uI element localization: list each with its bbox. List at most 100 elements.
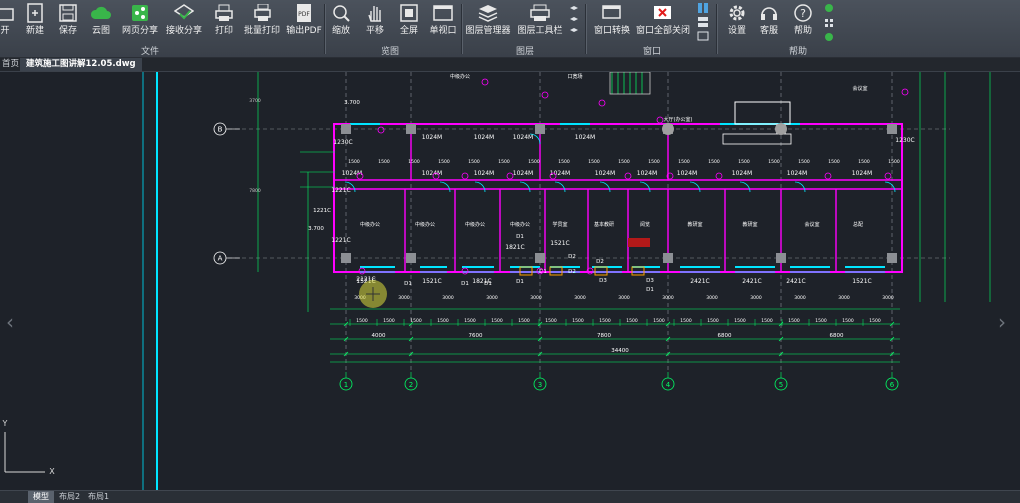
window-label: 1521C <box>422 278 441 285</box>
view-group-label: 览图 <box>380 47 399 57</box>
detail-dimension: 1500 <box>768 159 780 165</box>
settings-button[interactable]: 设置 <box>724 2 750 40</box>
help-mini-button[interactable] <box>822 3 836 41</box>
detail-dimension: 1500 <box>599 318 611 324</box>
room-label: 会议室 <box>804 221 819 228</box>
vent-symbol <box>481 78 489 86</box>
prev-arrow-icon[interactable]: ‹ <box>6 310 14 334</box>
layer-manager-button[interactable]: 图层管理器 <box>464 2 512 40</box>
door-label: 1024M <box>677 170 697 177</box>
door-swing <box>554 181 566 193</box>
pan-button[interactable]: 平移 <box>362 2 388 40</box>
magnifier-icon <box>330 2 352 24</box>
detail-dimension: 1500 <box>498 159 510 165</box>
svg-text:?: ? <box>800 7 806 20</box>
window-switch-button[interactable]: 窗口转换 <box>592 2 632 40</box>
room-label: 总配 <box>853 221 863 228</box>
door-swing <box>639 181 651 193</box>
ribbon-separator <box>716 4 718 54</box>
print-button[interactable]: 打印 <box>211 2 237 40</box>
new-button[interactable]: 新建 <box>22 2 48 40</box>
elevation-label: 3.700 <box>308 226 324 232</box>
web-share-button[interactable]: 网页分享 <box>120 2 160 40</box>
window-layout-button[interactable] <box>696 2 710 41</box>
door-label: 1024M <box>852 170 872 177</box>
window-label: 1821C <box>505 244 524 251</box>
cad-drawing[interactable]: B A 1 2 3 4 5 6 1024M 1024M 1024M 1024M 1024M 1024M 10… <box>0 71 1020 490</box>
door-tag: D1 <box>484 281 492 287</box>
door-swing <box>599 181 611 193</box>
window-label: 1521C <box>852 278 871 285</box>
top-room-label: 大厅(办公室) <box>664 116 693 123</box>
room-label: 基本教研 <box>594 221 614 228</box>
folder-icon <box>0 2 16 24</box>
fullscreen-button[interactable]: 全屏 <box>396 2 422 40</box>
door-label: 1024M <box>575 134 595 141</box>
bay-dimension: 4000 <box>372 333 386 339</box>
close-all-windows-button[interactable]: 窗口全部关闭 <box>636 2 690 40</box>
export-pdf-button[interactable]: PDF 输出PDF <box>286 2 322 40</box>
ucs-x-label: X <box>49 467 55 476</box>
tab-model[interactable]: 模型 <box>28 491 54 503</box>
ribbon-separator <box>585 4 587 54</box>
door-label: 1024M <box>550 170 570 177</box>
detail-dimension: 1500 <box>888 159 900 165</box>
drawing-canvas[interactable]: B A 1 2 3 4 5 6 1024M 1024M 1024M 1024M 1024M 1024M 10… <box>0 71 1020 490</box>
door-swing <box>739 181 751 193</box>
door-tag: D2 <box>596 259 604 265</box>
tab-drawing[interactable]: 建筑施工图讲解12.05.dwg <box>20 58 142 71</box>
zoom-button[interactable]: 缩放 <box>328 2 354 40</box>
layer-mini-button[interactable] <box>568 3 580 41</box>
ribbon-separator <box>324 4 326 54</box>
room-label: 教研室 <box>687 221 702 228</box>
detail-dimension: 3000 <box>398 295 410 301</box>
share-icon <box>129 2 151 24</box>
detail-dimension: 1500 <box>626 318 638 324</box>
help-button[interactable]: ? 帮助 <box>790 2 816 40</box>
room-label: 中级办公 <box>360 221 380 228</box>
detail-dimension: 1500 <box>348 159 360 165</box>
door-swing <box>794 181 806 193</box>
viewport-icon <box>432 2 454 24</box>
layer-toolbar-button[interactable]: 图层工具栏 <box>516 2 564 40</box>
file-group-label: 文件 <box>140 47 159 57</box>
open-button[interactable]: 开 <box>0 2 14 40</box>
single-viewport-button[interactable]: 单视口 <box>428 2 458 40</box>
tab-layout1[interactable]: 布局1 <box>83 491 114 503</box>
layers-icon <box>477 2 499 24</box>
door-swing <box>519 181 531 193</box>
grid-col-label: 5 <box>779 381 783 389</box>
room-label: 中级办公 <box>415 221 435 228</box>
top-room-label: 会议室 <box>852 85 867 92</box>
detail-dimension: 3000 <box>530 295 542 301</box>
cloud-button[interactable]: 云图 <box>88 2 114 40</box>
grid-row-label: B <box>218 126 223 134</box>
ribbon-separator <box>461 4 463 54</box>
grid-col-label: 1 <box>344 381 348 389</box>
save-button[interactable]: 保存 <box>55 2 81 40</box>
support-button[interactable]: 客服 <box>756 2 782 40</box>
door-swing <box>439 181 451 193</box>
tab-layout2[interactable]: 布局2 <box>54 491 85 503</box>
room-label: 中级办公 <box>465 221 485 228</box>
close-windows-icon <box>652 2 674 24</box>
door-swing <box>884 181 896 193</box>
window-label: 2421C <box>786 278 805 285</box>
ribbon-toolbar: 开 新建 保存 云图 网页分享 接收分享 打印 批量打印 PDF 输出PDF 文… <box>0 0 1020 58</box>
detail-dimension: 7800 <box>249 188 261 194</box>
detail-dimension: 1500 <box>815 318 827 324</box>
column <box>341 124 351 134</box>
vent-symbol <box>624 172 632 180</box>
detail-dimension: 1500 <box>707 318 719 324</box>
batch-print-button[interactable]: 批量打印 <box>243 2 281 40</box>
grid-col-label: 2 <box>409 381 413 389</box>
next-arrow-icon[interactable]: › <box>998 310 1006 334</box>
total-dimension: 34400 <box>611 348 629 354</box>
receive-share-button[interactable]: 接收分享 <box>164 2 204 40</box>
detail-dimension: 1500 <box>356 318 368 324</box>
column <box>535 124 545 134</box>
room-label: 中级办公 <box>510 221 530 228</box>
detail-dimension: 1500 <box>464 318 476 324</box>
detail-dimension: 1500 <box>588 159 600 165</box>
vent-symbol <box>824 172 832 180</box>
